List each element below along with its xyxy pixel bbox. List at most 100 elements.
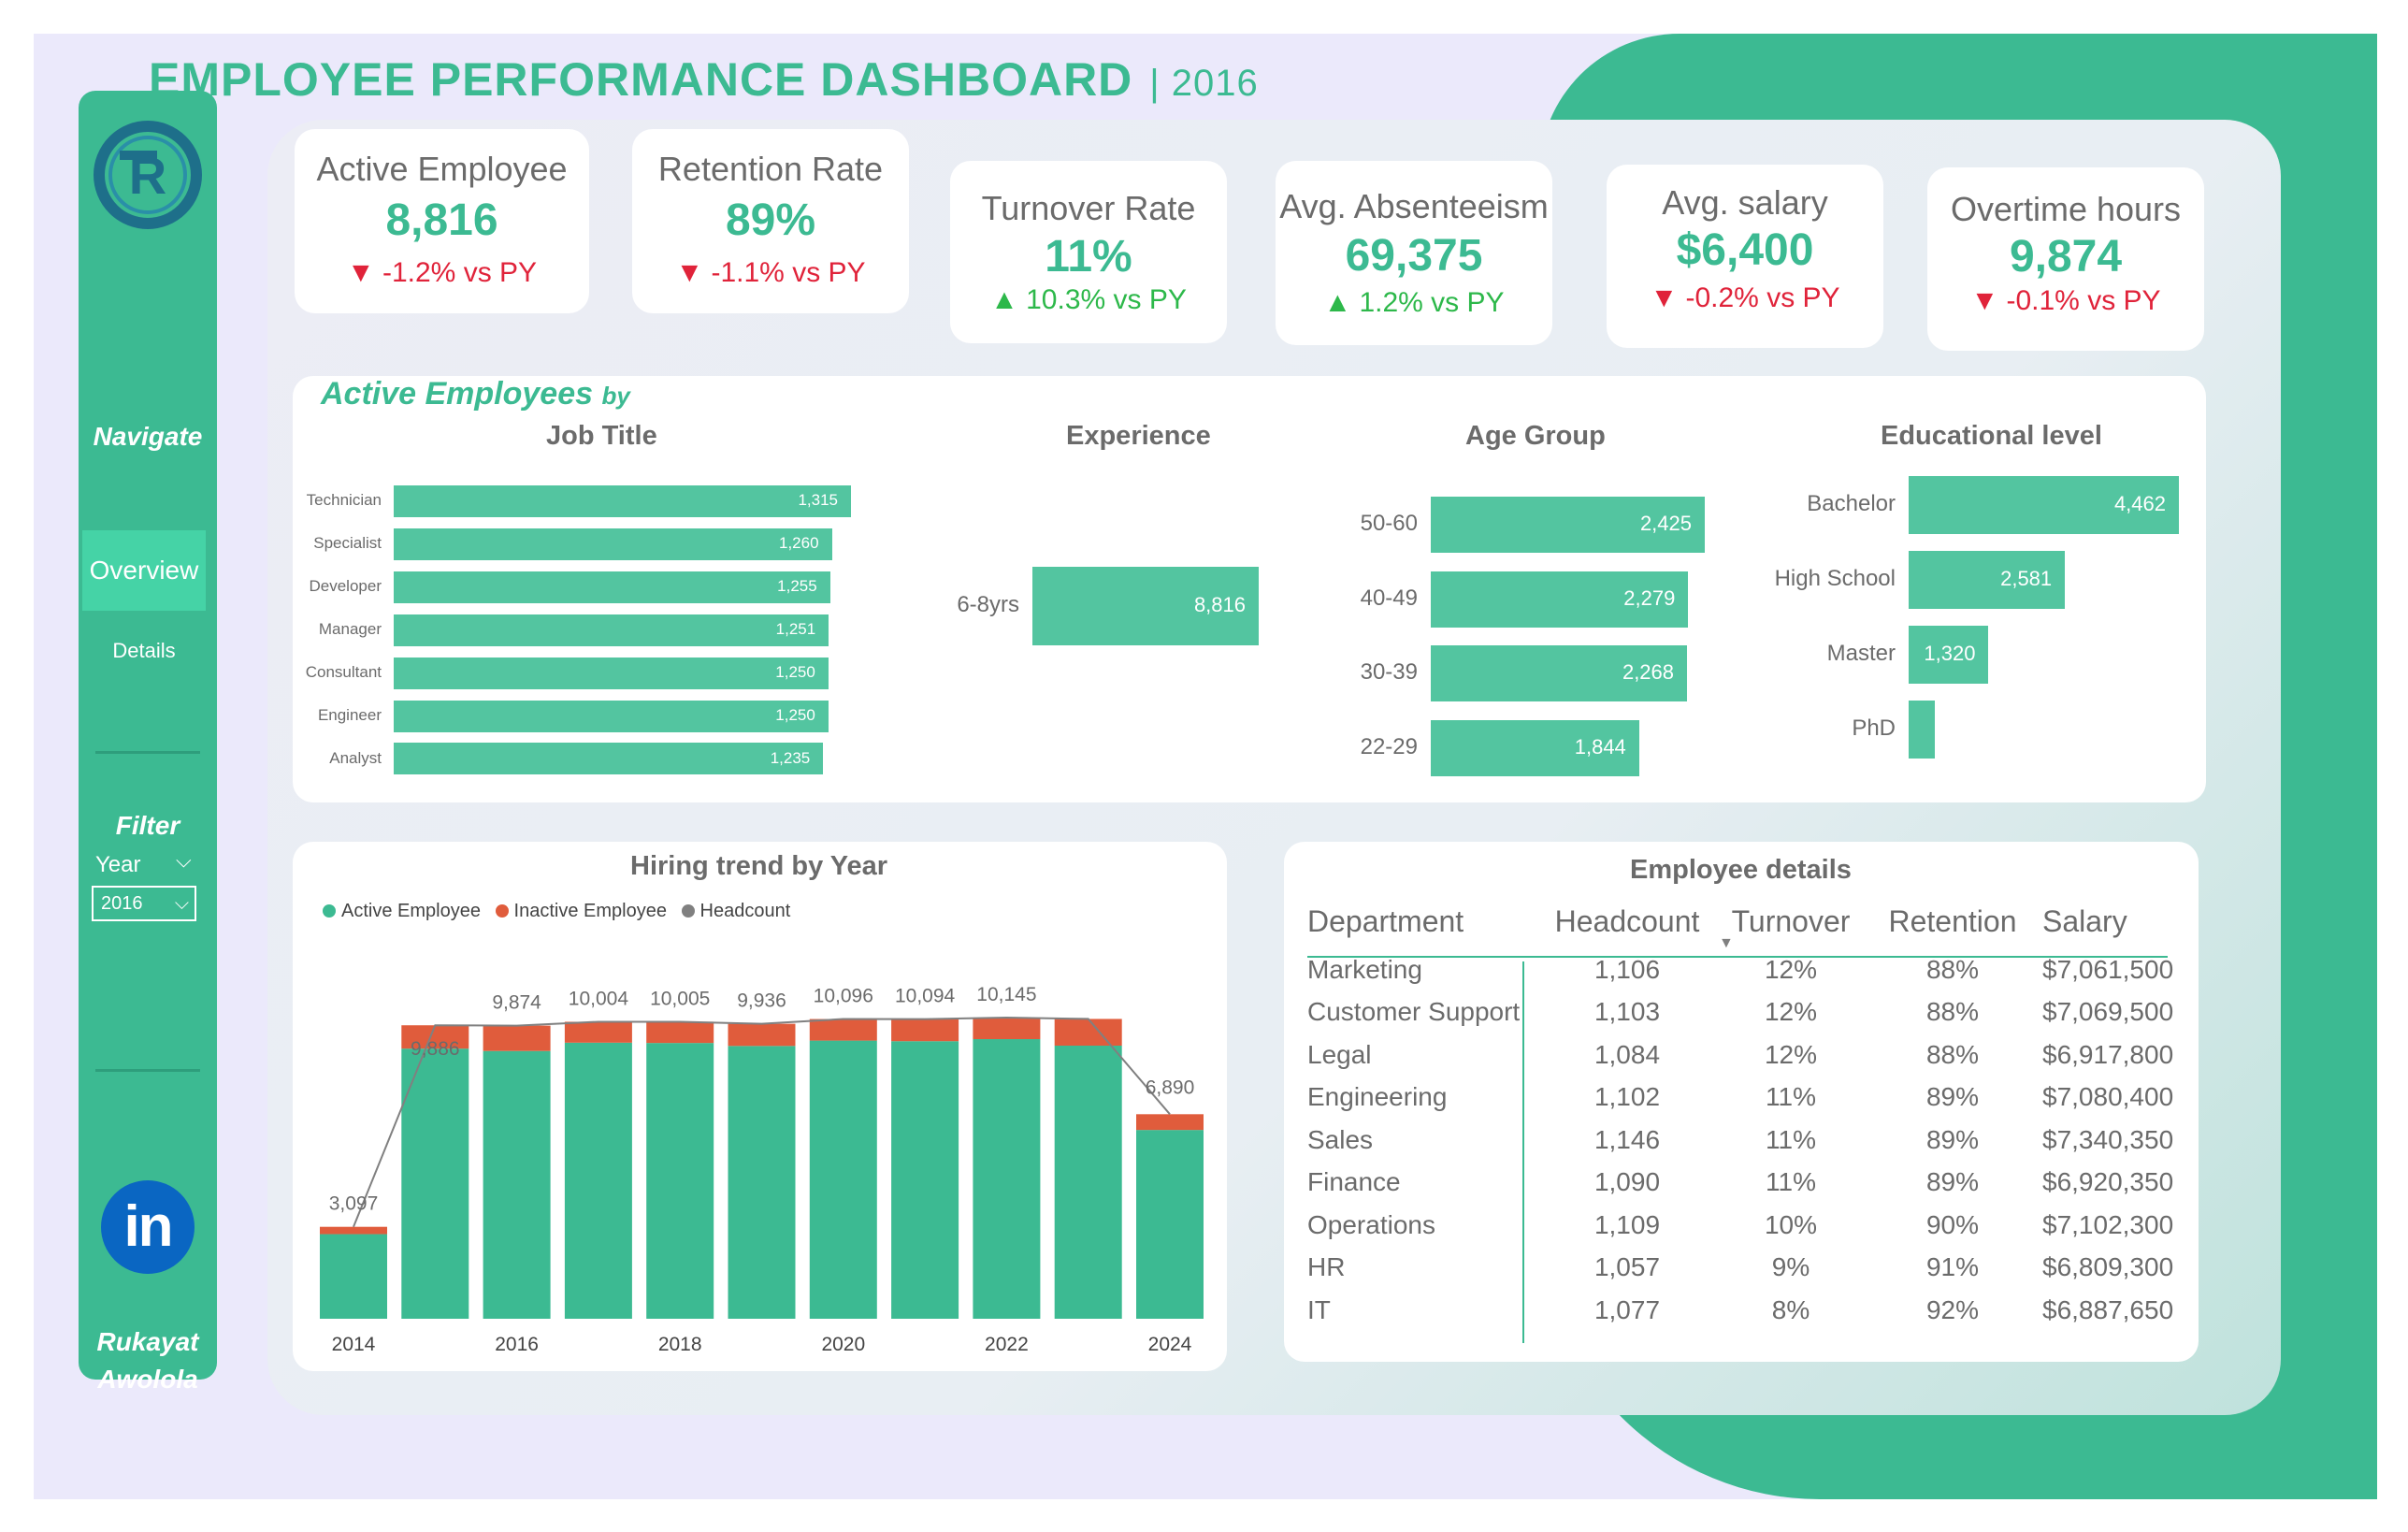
job-title-category-label: Consultant <box>305 663 382 682</box>
down-triangle-icon: ▼ <box>346 257 382 288</box>
age-group-chart-title: Age Group <box>1465 421 1606 451</box>
job-title-value-label: 1,255 <box>777 577 817 596</box>
table-row[interactable]: Customer Support 1,103 12% 88% $7,069,500 <box>1307 991 2183 1034</box>
column-header-retention[interactable]: Retention <box>1870 894 2035 948</box>
education-category-label: PhD <box>1852 715 1896 742</box>
column-header-turnover[interactable]: Turnover ▼ <box>1711 894 1870 952</box>
kpi-value: 11% <box>1045 232 1132 282</box>
legend-item-headcount: Headcount <box>681 901 790 921</box>
column-header-department[interactable]: Department <box>1307 894 1543 948</box>
job-title-category-label: Engineer <box>317 705 382 724</box>
table-row[interactable]: Sales 1,146 11% 89% $7,340,350 <box>1307 1119 2183 1162</box>
kpi-change-text: 1.2% vs PY <box>1359 287 1505 318</box>
inactive-employee-bar <box>646 1021 714 1044</box>
inactive-employee-bar <box>1054 1019 1122 1046</box>
active-employee-bar <box>1136 1130 1204 1319</box>
table-row[interactable]: IT 1,077 8% 92% $6,887,650 <box>1307 1289 2183 1332</box>
education-category-label: Master <box>1826 641 1896 667</box>
cell-headcount: 1,106 <box>1593 954 1661 984</box>
headcount-data-label: 9,936 <box>737 990 786 1012</box>
inactive-employee-bar <box>891 1019 959 1042</box>
hiring-trend-title: Hiring trend by Year <box>630 851 888 881</box>
year-select[interactable]: 2016 ⌵ <box>92 886 196 921</box>
headcount-data-label: 10,005 <box>650 988 710 1009</box>
cell-headcount: 1,084 <box>1593 1039 1661 1069</box>
x-axis-tick-label: 2024 <box>1148 1334 1192 1355</box>
table-row[interactable]: Legal 1,084 12% 88% $6,917,800 <box>1307 1033 2183 1077</box>
kpi-label: Turnover Rate <box>981 189 1196 227</box>
experience-chart-title: Experience <box>1066 421 1211 451</box>
table-header-row: Department Headcount Turnover ▼ Retention… <box>1307 894 2183 952</box>
cell-turnover: 11% <box>1766 1167 1816 1197</box>
kpi-value: 8,816 <box>385 195 498 245</box>
x-axis-tick-label: 2020 <box>821 1334 865 1355</box>
inactive-employee-bar <box>1136 1114 1204 1131</box>
kpi-value: 9,874 <box>2009 232 2123 282</box>
job-title-value-label: 1,260 <box>779 534 819 553</box>
down-triangle-icon: ▼ <box>675 257 712 288</box>
table-row[interactable]: Finance 1,090 11% 89% $6,920,350 <box>1307 1162 2183 1205</box>
age-group-category-label: 22-29 <box>1360 733 1418 759</box>
table-row[interactable]: HR 1,057 9% 91% $6,809,300 <box>1307 1247 2183 1290</box>
page-title: EMPLOYEE PERFORMANCE DASHBOARD | 2016 <box>149 52 1259 107</box>
chevron-down-icon[interactable]: ⌵ <box>176 848 192 873</box>
job-title-value-label: 1,251 <box>775 620 816 639</box>
kpi-change: ▼ -0.2% vs PY <box>1607 282 1883 314</box>
title-year: | 2016 <box>1149 63 1259 104</box>
title-text: EMPLOYEE PERFORMANCE DASHBOARD <box>149 53 1133 106</box>
cell-salary: $6,920,350 <box>2042 1167 2174 1197</box>
age-group-category-label: 30-39 <box>1360 659 1418 686</box>
education-chart-title: Educational level <box>1881 421 2102 451</box>
table-row[interactable]: Operations 1,109 10% 90% $7,102,300 <box>1307 1204 2183 1247</box>
headcount-data-label: 10,004 <box>569 988 629 1009</box>
tr-logo-icon: R <box>94 121 202 229</box>
linkedin-icon[interactable]: in <box>101 1180 195 1274</box>
headcount-data-label: 10,094 <box>895 986 956 1007</box>
cell-headcount: 1,103 <box>1593 997 1661 1027</box>
cell-headcount: 1,102 <box>1593 1082 1661 1112</box>
age-group-value-label: 2,268 <box>1622 660 1675 685</box>
cell-turnover: 12% <box>1764 954 1818 984</box>
hiring-trend-legend: Active Employee Inactive Employee Headco… <box>323 901 800 922</box>
legend-item-inactive: Inactive Employee <box>495 901 667 921</box>
active-employee-bar <box>891 1041 959 1319</box>
headcount-data-label: 9,886 <box>411 1038 460 1060</box>
kpi-label: Overtime hours <box>1950 190 2182 228</box>
year-filter-label: Year <box>95 852 141 877</box>
legend-dot-icon <box>495 904 509 918</box>
kpi-change-text: -1.2% vs PY <box>382 257 538 288</box>
table-row[interactable]: Marketing 1,106 12% 88% $7,061,500 <box>1307 948 2183 991</box>
education-category-label: High School <box>1774 566 1896 592</box>
headcount-data-label: 6,890 <box>1146 1077 1195 1098</box>
cell-turnover: 8% <box>1771 1294 1810 1324</box>
cell-department: Operations <box>1307 1209 1435 1239</box>
job-title-category-label: Technician <box>306 491 382 510</box>
job-title-category-label: Developer <box>309 577 382 596</box>
age-group-value-label: 2,279 <box>1623 585 1676 610</box>
cell-headcount: 1,057 <box>1593 1252 1661 1282</box>
cell-salary: $6,887,650 <box>2042 1294 2174 1324</box>
age-group-category-label: 40-49 <box>1360 585 1418 611</box>
employee-details-title: Employee details <box>1630 855 1852 885</box>
age-group-category-label: 50-60 <box>1360 511 1418 537</box>
inactive-employee-bar <box>564 1021 632 1043</box>
kpi-value: 89% <box>725 195 816 245</box>
cell-salary: $7,080,400 <box>2042 1082 2174 1112</box>
headcount-data-label: 9,874 <box>492 992 541 1014</box>
column-header-salary[interactable]: Salary <box>2035 894 2183 948</box>
experience-category-label: 6-8yrs <box>957 592 1019 618</box>
table-row[interactable]: Engineering 1,102 11% 89% $7,080,400 <box>1307 1077 2183 1120</box>
legend-dot-icon <box>323 904 336 918</box>
kpi-change-text: -0.2% vs PY <box>1685 282 1840 313</box>
education-bar <box>1909 701 1935 759</box>
cell-department: HR <box>1307 1252 1346 1282</box>
column-header-headcount[interactable]: Headcount <box>1543 894 1711 948</box>
cell-retention: 88% <box>1925 1039 1980 1069</box>
education-category-label: Bachelor <box>1807 491 1896 517</box>
sort-down-icon[interactable]: ▼ <box>1719 935 1734 952</box>
cell-salary: $7,069,500 <box>2042 997 2174 1027</box>
navigate-heading: Navigate <box>93 422 203 451</box>
cell-salary: $6,917,800 <box>2042 1039 2174 1069</box>
employee-details-table: Department Headcount Turnover ▼ Retention… <box>1307 894 2183 1332</box>
author-last-name: Awolola <box>97 1365 198 1394</box>
